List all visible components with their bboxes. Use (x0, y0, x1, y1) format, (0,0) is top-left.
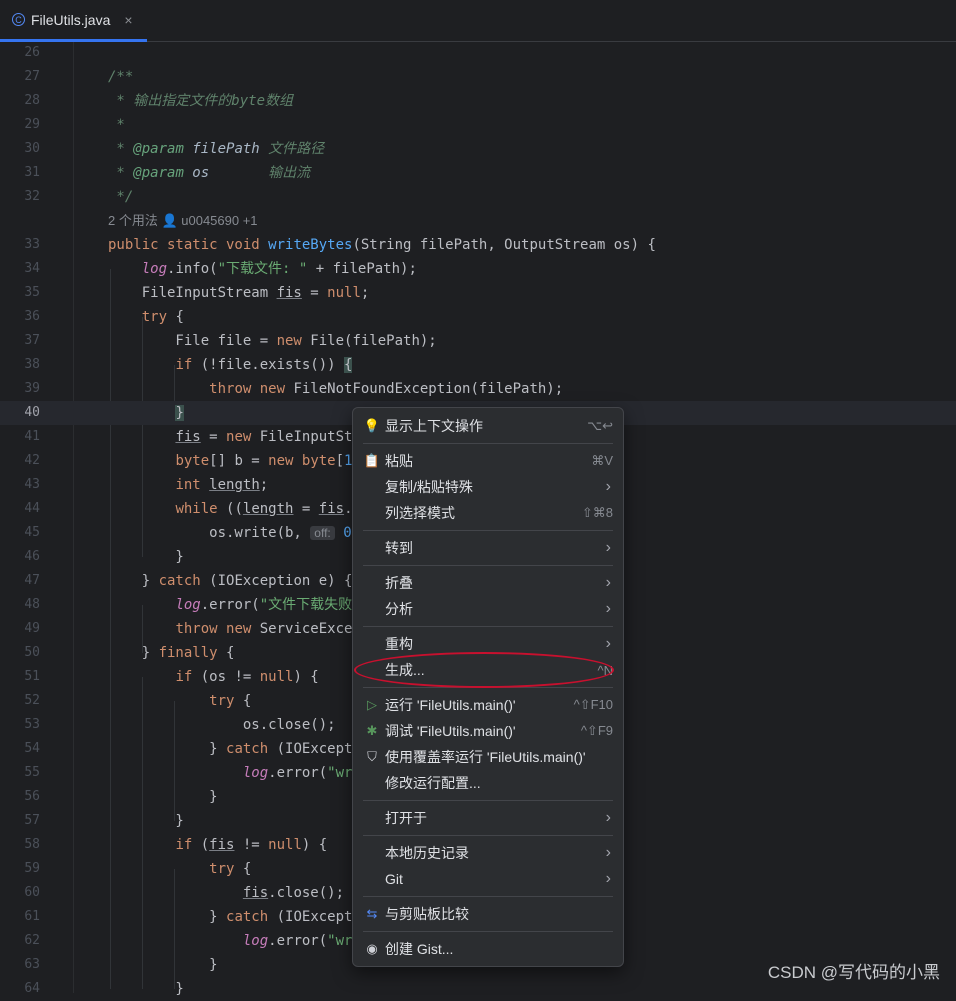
coverage-icon: ⛉ (367, 749, 377, 764)
menu-item-run[interactable]: ▷ 运行 'FileUtils.main()' ^⇧F10 (359, 692, 617, 718)
clipboard-icon: 📋 (363, 453, 381, 468)
github-icon: ◉ (366, 941, 378, 956)
chevron-right-icon: › (605, 635, 611, 652)
menu-item-copy-paste-special[interactable]: 复制/粘贴特殊 › (359, 474, 617, 500)
code-line: 38 if (!file.exists()) { (24, 357, 353, 373)
code-line: 33 public static void writeBytes(String f… (24, 237, 656, 253)
menu-item-paste[interactable]: 📋 粘贴 ⌘V (359, 448, 617, 474)
code-line: 29 * (24, 117, 125, 133)
menu-separator (363, 443, 613, 444)
menu-item-goto[interactable]: 转到 › (359, 535, 617, 561)
watermark: CSDN @写代码的小黑 (767, 963, 940, 982)
menu-separator (363, 687, 613, 688)
compare-icon: ⇆ (366, 906, 378, 921)
code-line: 26 (24, 45, 40, 60)
close-icon[interactable]: × (124, 12, 132, 28)
lightbulb-icon: 💡 (363, 418, 381, 433)
menu-item-run-with-coverage[interactable]: ⛉ 使用覆盖率运行 'FileUtils.main()' (359, 744, 617, 770)
code-line: 28 * 输出指定文件的byte数组 (24, 93, 294, 109)
menu-separator (363, 931, 613, 932)
context-menu: 💡 显示上下文操作 ⌥↩ 📋 粘贴 ⌘V 复制/粘贴特殊 › 列选择模式 ⇧⌘8… (352, 407, 624, 967)
menu-separator (363, 565, 613, 566)
chevron-right-icon: › (605, 809, 611, 826)
chevron-right-icon: › (605, 870, 611, 887)
menu-separator (363, 800, 613, 801)
menu-item-show-context-actions[interactable]: 💡 显示上下文操作 ⌥↩ (359, 413, 617, 439)
chevron-right-icon: › (605, 600, 611, 617)
chevron-right-icon: › (605, 844, 611, 861)
code-line: 34 log.info("下载文件: " + filePath); (24, 261, 417, 277)
menu-separator (363, 530, 613, 531)
code-line: 27/** (24, 69, 134, 85)
menu-item-compare-clipboard[interactable]: ⇆ 与剪贴板比较 (359, 901, 617, 927)
code-line: 30 * @param filePath 文件路径 (24, 141, 325, 157)
code-line: 35 FileInputStream fis = null; (24, 285, 370, 301)
tab-bar: C FileUtils.java × (0, 0, 956, 42)
menu-item-column-selection[interactable]: 列选择模式 ⇧⌘8 (359, 500, 617, 526)
code-line: 36 try { (24, 309, 184, 325)
chevron-right-icon: › (605, 574, 611, 591)
menu-item-git[interactable]: Git › (359, 866, 617, 892)
code-line: 39 throw new FileNotFoundException(fileP… (24, 381, 564, 397)
menu-item-modify-run-config[interactable]: 修改运行配置... (359, 770, 617, 796)
menu-item-refactor[interactable]: 重构 › (359, 631, 617, 657)
chevron-right-icon: › (605, 539, 611, 556)
menu-separator (363, 835, 613, 836)
run-icon: ▷ (367, 697, 377, 712)
menu-item-folding[interactable]: 折叠 › (359, 570, 617, 596)
menu-separator (363, 626, 613, 627)
code-line: 31 * @param os 输出流 (24, 165, 311, 181)
debug-icon: ✱ (366, 723, 378, 738)
menu-item-generate[interactable]: 生成... ^N (359, 657, 617, 683)
tab-label: FileUtils.java (31, 11, 111, 28)
code-line: 37 File file = new File(filePath); (24, 333, 437, 349)
usages-hint[interactable]: 2 个用法 👤 u0045690 +1 (108, 209, 258, 233)
menu-separator (363, 896, 613, 897)
menu-item-debug[interactable]: ✱ 调试 'FileUtils.main()' ^⇧F9 (359, 718, 617, 744)
menu-item-open-in[interactable]: 打开于 › (359, 805, 617, 831)
inlay-hint-row: 2 个用法 👤 u0045690 +1 (0, 209, 956, 233)
chevron-right-icon: › (605, 478, 611, 495)
class-icon: C (12, 13, 25, 26)
menu-item-local-history[interactable]: 本地历史记录 › (359, 840, 617, 866)
code-line: 32 */ (24, 189, 134, 205)
tab-fileutils[interactable]: C FileUtils.java × (0, 0, 147, 42)
menu-item-analyze[interactable]: 分析 › (359, 596, 617, 622)
menu-item-create-gist[interactable]: ◉ 创建 Gist... (359, 936, 617, 962)
